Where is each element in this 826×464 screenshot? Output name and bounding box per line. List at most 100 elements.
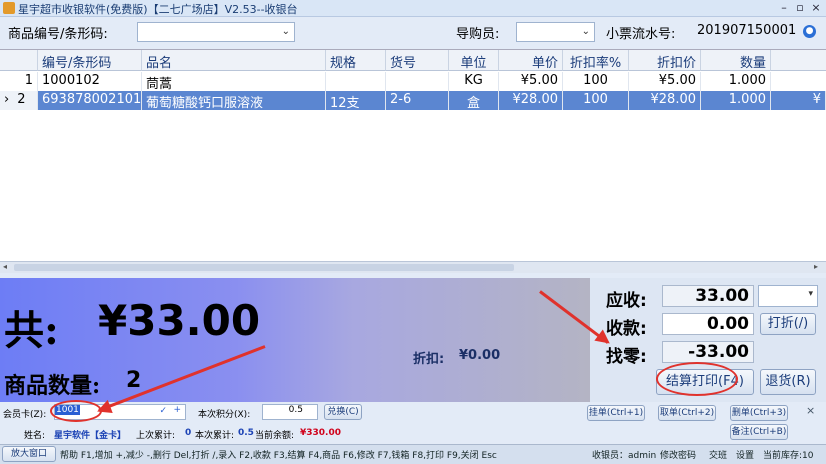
change-password-link[interactable]: 修改密码 [660, 448, 696, 461]
member-card-label: 会员卡(Z): [3, 410, 47, 420]
fetch-order-button[interactable]: 取单(Ctrl+2) [658, 405, 716, 421]
cell-unit[interactable]: 盒 [449, 91, 499, 110]
cell-sku[interactable]: 2-6 [386, 91, 449, 110]
chevron-down-icon[interactable]: ▾ [808, 289, 813, 299]
code-input[interactable]: ⌄ [137, 22, 295, 42]
member-name: 星宇软件【金卡】 [54, 431, 127, 441]
column-header[interactable]: 折扣价 [629, 50, 701, 71]
close-icon[interactable]: × [806, 404, 815, 417]
total-label: 共: [4, 307, 59, 354]
scroll-right-icon[interactable]: ▸ [814, 262, 818, 271]
cashier-info: 收银员：admin [592, 451, 657, 461]
enlarge-window-button[interactable]: 放大窗口 [2, 446, 56, 462]
received-input[interactable]: 0.00 [662, 313, 754, 335]
guide-label: 导购员: [456, 27, 500, 42]
due-value: 33.00 [662, 285, 754, 307]
points-label: 本次积分(X): [198, 410, 251, 420]
settings-link[interactable]: 设置 [736, 448, 754, 461]
discount-value: ¥0.00 [459, 348, 501, 363]
shortcut-help: 帮助 F1,增加 +,减少 -,删行 Del,打折 /,录入 F2,收款 F3,… [60, 451, 497, 461]
cell-rate[interactable]: 100 [563, 91, 629, 110]
cell-discount-price[interactable]: ¥28.00 [629, 91, 701, 110]
cell-spec[interactable]: 12支 [326, 91, 386, 110]
last-total-value: 0 [185, 428, 192, 438]
table-row-selected[interactable]: › 2 6938780021011 葡萄糖酸钙口服溶液 12支 2-6 盒 ¥28… [0, 91, 826, 110]
cell-rate[interactable]: 100 [563, 72, 629, 91]
product-table: 编号/条形码 品名 规格 货号 单位 单价 折扣率% 折扣价 数量 1 1000… [0, 49, 826, 261]
row-header-corner [0, 50, 38, 71]
row-index: › 2 [0, 91, 38, 110]
due-label: 应收: [606, 291, 647, 311]
table-row[interactable]: 1 1000102 茼蒿 KG ¥5.00 100 ¥5.00 1.000 [0, 72, 826, 91]
cell-name[interactable]: 茼蒿 [142, 72, 326, 91]
due-dropdown[interactable]: ▾ [758, 285, 818, 307]
column-header[interactable]: 数量 [701, 50, 771, 71]
discount-button[interactable]: 打折(/) [760, 313, 816, 335]
change-value: -33.00 [662, 341, 754, 363]
column-header[interactable]: 编号/条形码 [38, 50, 142, 71]
cell-sku[interactable] [386, 72, 449, 91]
shift-link[interactable]: 交班 [709, 448, 727, 461]
code-label: 商品编号/条形码: [8, 27, 108, 42]
restore-button[interactable]: ▫ [794, 1, 806, 14]
status-bar: 放大窗口 帮助 F1,增加 +,减少 -,删行 Del,打折 /,录入 F2,收… [0, 444, 826, 464]
cell-code[interactable]: 1000102 [38, 72, 142, 91]
chevron-down-icon[interactable]: ⌄ [282, 26, 290, 37]
cell-unit[interactable]: KG [449, 72, 499, 91]
discount-label: 折扣: [413, 352, 445, 367]
cell-qty[interactable]: 1.000 [701, 91, 771, 110]
row-index: 1 [0, 72, 38, 91]
hold-order-button[interactable]: 挂单(Ctrl+1) [587, 405, 645, 421]
cell-code[interactable]: 6938780021011 [38, 91, 142, 110]
column-header[interactable]: 品名 [142, 50, 326, 71]
last-total-label: 上次累计: [136, 431, 176, 441]
close-button[interactable]: × [810, 1, 822, 14]
horizontal-scrollbar[interactable]: ◂ ▸ [0, 261, 826, 273]
redeem-button[interactable]: 兑换(C) [324, 404, 362, 420]
points-input[interactable]: 0.5 [262, 404, 318, 420]
scroll-thumb[interactable] [14, 264, 514, 271]
column-header-extra [771, 50, 826, 71]
note-button[interactable]: 备注(Ctrl+B) [730, 424, 788, 440]
cell-discount-price[interactable]: ¥5.00 [629, 72, 701, 91]
member-row: 会员卡(Z): 1001 ✓ + 本次积分(X): 0.5 兑换(C) 挂单(C… [0, 402, 826, 422]
received-label: 收款: [606, 319, 647, 339]
minimize-button[interactable]: – [778, 1, 790, 14]
cell-qty[interactable]: 1.000 [701, 72, 771, 91]
balance-label: 当前余额: [255, 431, 295, 441]
column-header[interactable]: 货号 [386, 50, 449, 71]
app-logo-icon [3, 2, 15, 14]
cell-spec[interactable] [326, 72, 386, 91]
column-header[interactable]: 规格 [326, 50, 386, 71]
change-label: 找零: [606, 347, 647, 367]
column-header[interactable]: 单价 [499, 50, 563, 71]
cell-extra: ¥ [771, 91, 826, 110]
search-bar: 商品编号/条形码: ⌄ 导购员: ⌄ 小票流水号: 201907150001 ● [0, 18, 826, 46]
cell-price[interactable]: ¥5.00 [499, 72, 563, 91]
guide-select[interactable]: ⌄ [516, 22, 595, 42]
window-title: 星宇超市收银软件(免费版)【二七广场店】V2.53--收银台 [18, 3, 298, 16]
balance-value: ¥330.00 [300, 428, 341, 438]
return-button[interactable]: 退货(R) [760, 369, 816, 395]
chevron-down-icon[interactable]: ⌄ [582, 26, 590, 37]
column-header[interactable]: 单位 [449, 50, 499, 71]
add-icon[interactable]: + [173, 405, 181, 415]
cell-price[interactable]: ¥28.00 [499, 91, 563, 110]
check-icon[interactable]: ✓ [159, 406, 167, 416]
annotation-circle [656, 362, 738, 396]
scroll-left-icon[interactable]: ◂ [3, 262, 7, 271]
this-total-label: 本次累计: [195, 431, 235, 441]
annotation-circle [50, 400, 102, 422]
delete-order-button[interactable]: 删单(Ctrl+3) [730, 405, 788, 421]
row-pointer-icon: › [4, 92, 10, 107]
total-amount: ¥33.00 [98, 296, 261, 345]
member-info-row: 姓名: 星宇软件【金卡】 上次累计: 0 本次累计: 0.5 当前余额: ¥33… [0, 424, 826, 442]
item-count-value: 2 [126, 368, 142, 393]
total-panel: 共: ¥33.00 折扣: ¥0.00 商品数量: 2 [0, 278, 590, 402]
name-label: 姓名: [24, 431, 46, 441]
item-count-label: 商品数量: [4, 373, 101, 399]
info-icon[interactable]: ● [803, 25, 816, 38]
cell-name[interactable]: 葡萄糖酸钙口服溶液 [142, 91, 326, 110]
title-bar: 星宇超市收银软件(免费版)【二七广场店】V2.53--收银台 – ▫ × [0, 0, 826, 17]
column-header[interactable]: 折扣率% [563, 50, 629, 71]
